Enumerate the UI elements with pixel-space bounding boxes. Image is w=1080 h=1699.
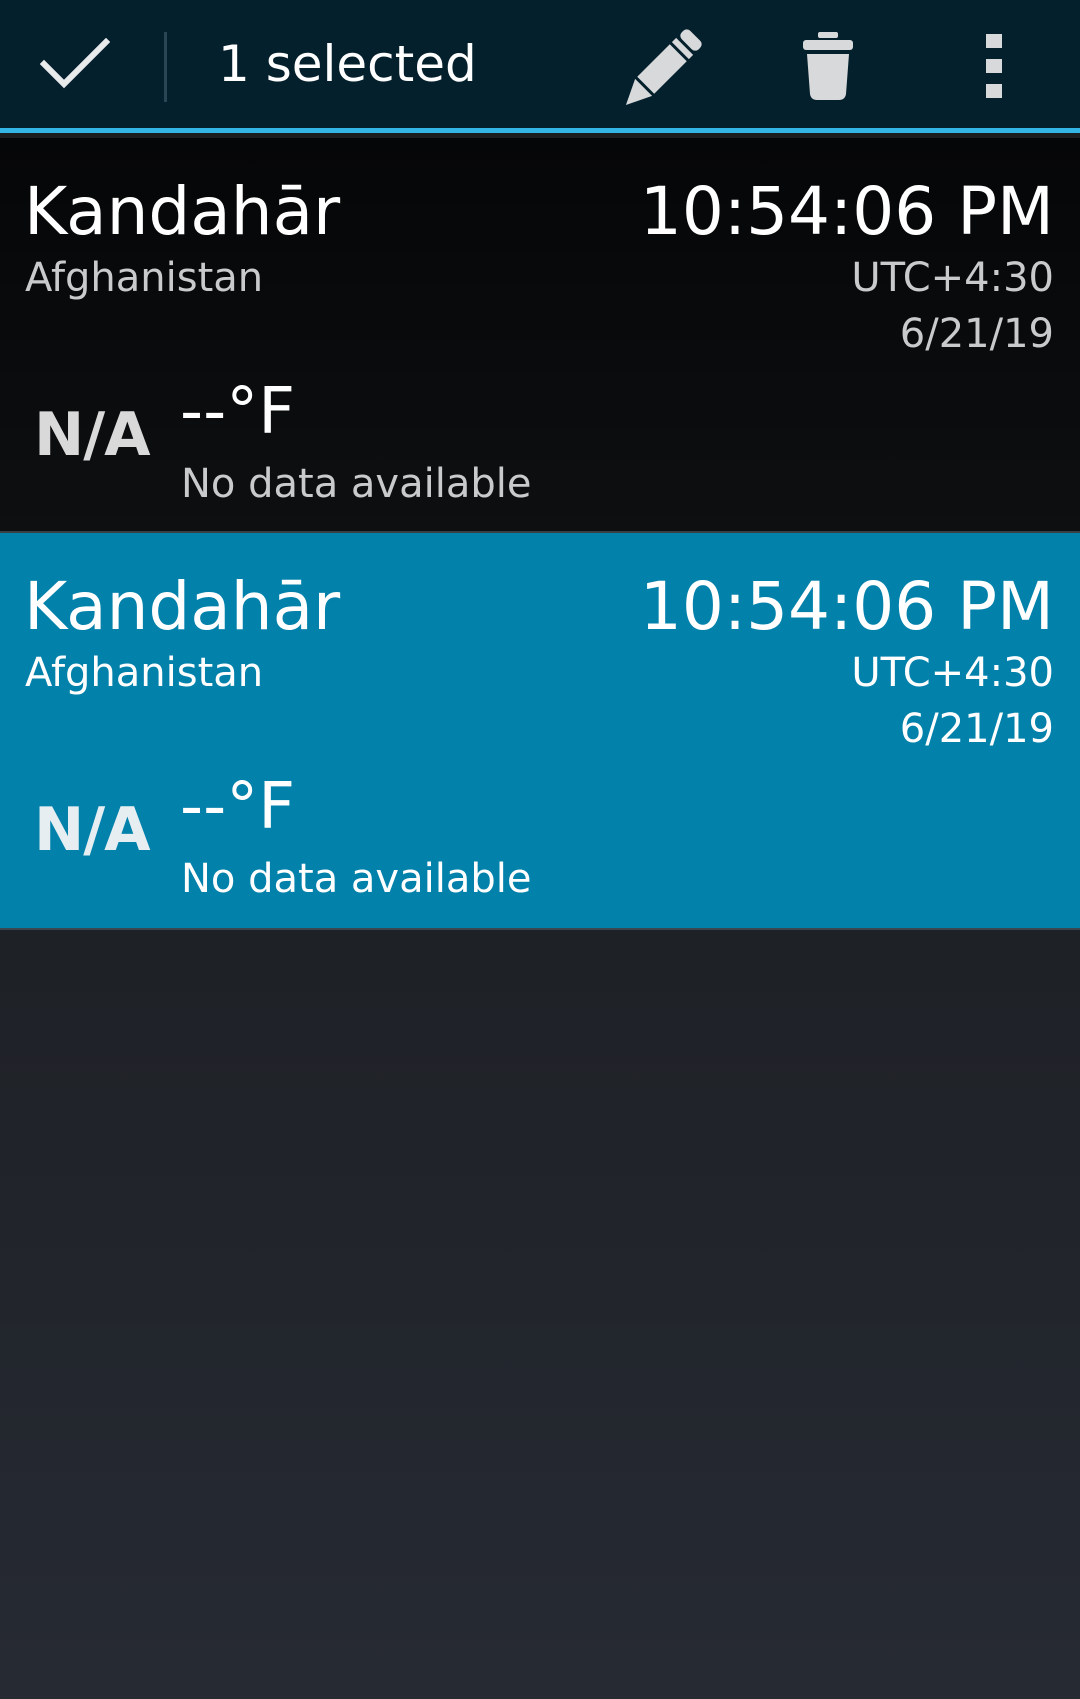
- weather-condition: No data available: [181, 461, 532, 507]
- check-icon: [40, 38, 110, 89]
- trash-icon: [803, 32, 853, 100]
- local-date: 6/21/19: [899, 706, 1054, 752]
- local-time: 10:54:06 PM: [639, 568, 1054, 645]
- pencil-icon: [625, 29, 702, 106]
- city-name: Kandahār: [24, 568, 341, 645]
- country-name: Afghanistan: [25, 650, 264, 696]
- selection-count: 1 selected: [218, 35, 477, 93]
- city-name: Kandahār: [24, 173, 341, 250]
- temperature: --°F: [180, 375, 295, 449]
- overflow-menu-icon: [986, 34, 1002, 98]
- weather-unavailable-icon: N/A: [34, 400, 151, 470]
- done-button[interactable]: [0, 0, 162, 128]
- world-clock-list: Kandahār Afghanistan 10:54:06 PM UTC+4:3…: [0, 138, 1080, 930]
- local-date: 6/21/19: [899, 311, 1054, 357]
- delete-button[interactable]: [768, 0, 888, 128]
- utc-offset: UTC+4:30: [851, 255, 1054, 301]
- temperature: --°F: [180, 770, 295, 844]
- edit-button[interactable]: [600, 0, 720, 128]
- overflow-menu-button[interactable]: [940, 0, 1060, 128]
- local-time: 10:54:06 PM: [639, 173, 1054, 250]
- country-name: Afghanistan: [25, 255, 264, 301]
- weather-condition: No data available: [181, 856, 532, 902]
- action-bar-divider: [164, 32, 167, 102]
- list-item-selected[interactable]: Kandahār Afghanistan 10:54:06 PM UTC+4:3…: [0, 533, 1080, 930]
- weather-unavailable-icon: N/A: [34, 795, 151, 865]
- list-item[interactable]: Kandahār Afghanistan 10:54:06 PM UTC+4:3…: [0, 138, 1080, 533]
- contextual-action-bar: 1 selected: [0, 0, 1080, 133]
- utc-offset: UTC+4:30: [851, 650, 1054, 696]
